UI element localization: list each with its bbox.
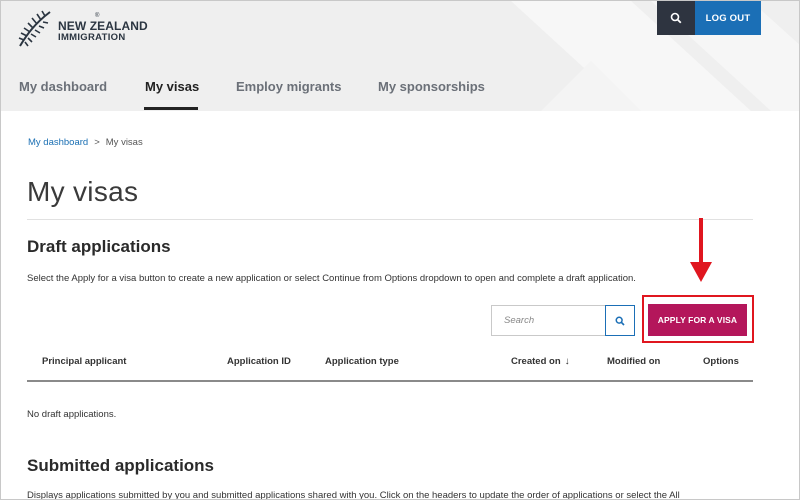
submitted-applications-description: Displays applications submitted by you a… xyxy=(27,490,680,500)
breadcrumb-current: My visas xyxy=(105,137,143,148)
search-icon xyxy=(615,316,625,326)
logout-button[interactable]: LOG OUT xyxy=(695,1,761,35)
nav-item-employ-migrants[interactable]: Employ migrants xyxy=(236,79,341,94)
draft-search-input[interactable] xyxy=(491,305,606,336)
column-application-type[interactable]: Application type xyxy=(325,356,399,367)
sort-descending-icon: ↓ xyxy=(564,356,570,367)
header-search-button[interactable] xyxy=(657,1,695,35)
column-modified-on[interactable]: Modified on xyxy=(607,356,660,367)
apply-for-visa-button[interactable]: APPLY FOR A VISA xyxy=(648,304,747,336)
nav-item-my-sponsorships[interactable]: My sponsorships xyxy=(378,79,485,94)
annotation-arrow-icon xyxy=(690,218,712,282)
site-header: ® NEW ZEALAND IMMIGRATION LOG OUT My das… xyxy=(1,1,799,111)
logo-line-1: NEW ZEALAND xyxy=(58,19,148,33)
title-divider xyxy=(27,219,753,220)
draft-search-button[interactable] xyxy=(605,305,635,336)
nav-active-indicator xyxy=(144,107,198,110)
submitted-applications-heading: Submitted applications xyxy=(27,456,215,475)
draft-applications-heading: Draft applications xyxy=(27,237,171,256)
column-created-on[interactable]: Created on ↓ xyxy=(511,356,570,367)
logo-line-2: IMMIGRATION xyxy=(58,32,126,43)
nav-item-my-visas[interactable]: My visas xyxy=(145,79,199,94)
draft-empty-message: No draft applications. xyxy=(27,409,117,420)
main-nav: My dashboard My visas Employ migrants My… xyxy=(1,67,799,111)
breadcrumb-link-my-dashboard[interactable]: My dashboard xyxy=(28,137,88,148)
logo-wordmark: NEW ZEALAND IMMIGRATION xyxy=(58,19,148,43)
column-principal-applicant[interactable]: Principal applicant xyxy=(42,356,126,367)
breadcrumb-separator: > xyxy=(94,137,100,148)
column-application-id[interactable]: Application ID xyxy=(227,356,291,367)
silver-fern-icon xyxy=(18,10,51,47)
column-options: Options xyxy=(703,356,739,367)
page-title: My visas xyxy=(27,176,139,207)
nav-item-my-dashboard[interactable]: My dashboard xyxy=(19,79,107,94)
column-created-on-label: Created on xyxy=(511,356,561,367)
breadcrumb: My dashboard > My visas xyxy=(28,137,143,148)
search-icon xyxy=(670,12,682,24)
browser-viewport: ® NEW ZEALAND IMMIGRATION LOG OUT My das… xyxy=(0,0,800,500)
draft-table-header: Principal applicant Application ID Appli… xyxy=(27,344,753,382)
nz-immigration-logo[interactable]: ® NEW ZEALAND IMMIGRATION xyxy=(16,8,156,48)
draft-applications-description: Select the Apply for a visa button to cr… xyxy=(27,273,636,284)
